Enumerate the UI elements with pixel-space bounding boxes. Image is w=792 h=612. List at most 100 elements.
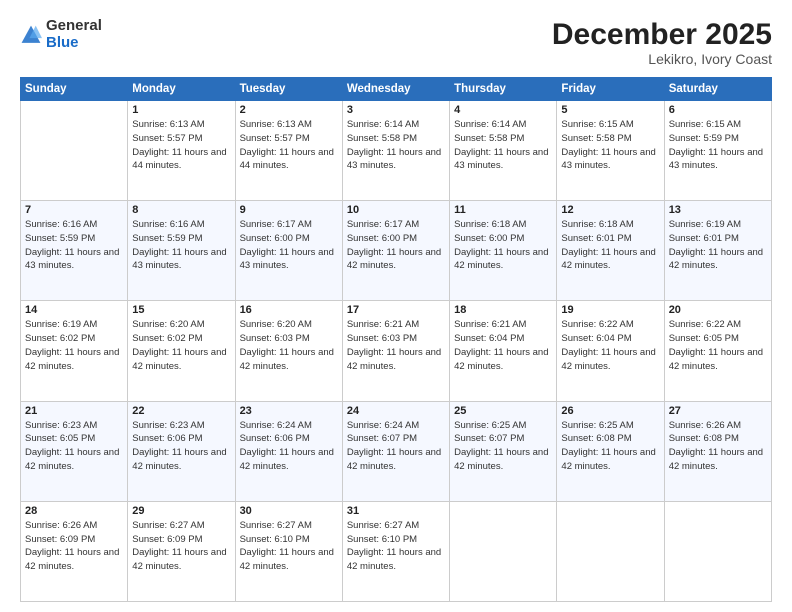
day-number: 24	[347, 405, 445, 417]
day-info-line: Sunrise: 6:17 AM	[347, 218, 445, 232]
day-info-line: Sunrise: 6:14 AM	[454, 118, 552, 132]
day-info-line: Sunrise: 6:26 AM	[25, 519, 123, 533]
day-info: Sunrise: 6:22 AMSunset: 6:05 PMDaylight:…	[669, 318, 767, 373]
day-info-line: Daylight: 11 hours and 44 minutes.	[240, 146, 338, 174]
day-info: Sunrise: 6:13 AMSunset: 5:57 PMDaylight:…	[240, 118, 338, 173]
day-info: Sunrise: 6:27 AMSunset: 6:10 PMDaylight:…	[240, 519, 338, 574]
day-info-line: Sunset: 6:01 PM	[669, 232, 767, 246]
day-info-line: Daylight: 11 hours and 42 minutes.	[454, 246, 552, 274]
weekday-header-wednesday: Wednesday	[342, 78, 449, 101]
header: General Blue December 2025 Lekikro, Ivor…	[20, 18, 772, 67]
day-number: 13	[669, 204, 767, 216]
day-info-line: Sunrise: 6:22 AM	[561, 318, 659, 332]
day-number: 23	[240, 405, 338, 417]
day-number: 15	[132, 304, 230, 316]
calendar-cell: 10Sunrise: 6:17 AMSunset: 6:00 PMDayligh…	[342, 201, 449, 301]
calendar-cell: 22Sunrise: 6:23 AMSunset: 6:06 PMDayligh…	[128, 401, 235, 501]
day-info-line: Sunset: 6:00 PM	[347, 232, 445, 246]
day-info: Sunrise: 6:15 AMSunset: 5:59 PMDaylight:…	[669, 118, 767, 173]
day-number: 19	[561, 304, 659, 316]
day-info: Sunrise: 6:19 AMSunset: 6:01 PMDaylight:…	[669, 218, 767, 273]
day-info-line: Sunset: 6:05 PM	[669, 332, 767, 346]
day-info-line: Sunrise: 6:16 AM	[132, 218, 230, 232]
day-info: Sunrise: 6:26 AMSunset: 6:08 PMDaylight:…	[669, 419, 767, 474]
day-info-line: Sunrise: 6:27 AM	[240, 519, 338, 533]
day-info: Sunrise: 6:26 AMSunset: 6:09 PMDaylight:…	[25, 519, 123, 574]
day-info-line: Sunset: 6:06 PM	[240, 432, 338, 446]
day-info-line: Sunrise: 6:25 AM	[454, 419, 552, 433]
day-info: Sunrise: 6:21 AMSunset: 6:04 PMDaylight:…	[454, 318, 552, 373]
day-info-line: Sunset: 5:58 PM	[454, 132, 552, 146]
day-info-line: Daylight: 11 hours and 42 minutes.	[240, 346, 338, 374]
day-info-line: Daylight: 11 hours and 42 minutes.	[347, 246, 445, 274]
day-info-line: Sunset: 6:03 PM	[240, 332, 338, 346]
day-info-line: Daylight: 11 hours and 42 minutes.	[132, 446, 230, 474]
calendar-cell	[664, 501, 771, 601]
day-number: 1	[132, 104, 230, 116]
calendar-cell: 1Sunrise: 6:13 AMSunset: 5:57 PMDaylight…	[128, 101, 235, 201]
day-info-line: Daylight: 11 hours and 43 minutes.	[561, 146, 659, 174]
day-number: 25	[454, 405, 552, 417]
day-info: Sunrise: 6:20 AMSunset: 6:03 PMDaylight:…	[240, 318, 338, 373]
day-number: 6	[669, 104, 767, 116]
calendar-cell: 30 Sunrise: 6:27 AMSunset: 6:10 PMDayligh…	[235, 501, 342, 601]
day-info-line: Sunset: 6:08 PM	[669, 432, 767, 446]
day-number: 14	[25, 304, 123, 316]
day-info-line: Sunrise: 6:23 AM	[25, 419, 123, 433]
calendar-subtitle: Lekikro, Ivory Coast	[552, 51, 772, 67]
calendar-cell: 18Sunrise: 6:21 AMSunset: 6:04 PMDayligh…	[450, 301, 557, 401]
day-info: Sunrise: 6:17 AMSunset: 6:00 PMDaylight:…	[240, 218, 338, 273]
day-info-line: Daylight: 11 hours and 43 minutes.	[240, 246, 338, 274]
day-info-line: Sunset: 6:09 PM	[132, 533, 230, 547]
calendar-cell: 16Sunrise: 6:20 AMSunset: 6:03 PMDayligh…	[235, 301, 342, 401]
calendar-cell: 17Sunrise: 6:21 AMSunset: 6:03 PMDayligh…	[342, 301, 449, 401]
day-info: Sunrise: 6:20 AMSunset: 6:02 PMDaylight:…	[132, 318, 230, 373]
weekday-header-monday: Monday	[128, 78, 235, 101]
day-number: 28	[25, 505, 123, 517]
calendar-cell: 23 Sunrise: 6:24 AMSunset: 6:06 PMDayligh…	[235, 401, 342, 501]
day-info-line: Daylight: 11 hours and 42 minutes.	[240, 446, 338, 474]
day-info-line: Sunset: 6:08 PM	[561, 432, 659, 446]
calendar-cell: 24Sunrise: 6:24 AMSunset: 6:07 PMDayligh…	[342, 401, 449, 501]
page: General Blue December 2025 Lekikro, Ivor…	[0, 0, 792, 612]
day-info: Sunrise: 6:14 AMSunset: 5:58 PMDaylight:…	[454, 118, 552, 173]
calendar-week-row: 28Sunrise: 6:26 AMSunset: 6:09 PMDayligh…	[21, 501, 772, 601]
calendar-cell: 15 Sunrise: 6:20 AMSunset: 6:02 PMDayligh…	[128, 301, 235, 401]
day-info-line: Daylight: 11 hours and 43 minutes.	[25, 246, 123, 274]
calendar-cell: 12Sunrise: 6:18 AMSunset: 6:01 PMDayligh…	[557, 201, 664, 301]
day-info: Sunrise: 6:16 AMSunset: 5:59 PMDaylight:…	[25, 218, 123, 273]
day-number: 5	[561, 104, 659, 116]
day-info: Sunrise: 6:21 AMSunset: 6:03 PMDaylight:…	[347, 318, 445, 373]
day-info-line: Sunset: 6:04 PM	[561, 332, 659, 346]
calendar-cell: 4Sunrise: 6:14 AMSunset: 5:58 PMDaylight…	[450, 101, 557, 201]
weekday-header-saturday: Saturday	[664, 78, 771, 101]
calendar-cell: 20Sunrise: 6:22 AMSunset: 6:05 PMDayligh…	[664, 301, 771, 401]
calendar-cell: 21Sunrise: 6:23 AMSunset: 6:05 PMDayligh…	[21, 401, 128, 501]
day-number: 21	[25, 405, 123, 417]
day-info-line: Sunset: 5:59 PM	[25, 232, 123, 246]
day-info-line: Daylight: 11 hours and 43 minutes.	[347, 146, 445, 174]
day-info-line: Daylight: 11 hours and 42 minutes.	[669, 446, 767, 474]
day-info-line: Sunrise: 6:15 AM	[669, 118, 767, 132]
day-number: 30	[240, 505, 338, 517]
day-info-line: Sunrise: 6:20 AM	[132, 318, 230, 332]
day-info-line: Sunset: 6:09 PM	[25, 533, 123, 547]
day-info-line: Daylight: 11 hours and 42 minutes.	[561, 346, 659, 374]
day-info-line: Sunrise: 6:24 AM	[240, 419, 338, 433]
calendar-cell: 26Sunrise: 6:25 AMSunset: 6:08 PMDayligh…	[557, 401, 664, 501]
day-info-line: Daylight: 11 hours and 42 minutes.	[347, 546, 445, 574]
day-number: 11	[454, 204, 552, 216]
calendar-cell: 19 Sunrise: 6:22 AMSunset: 6:04 PMDayligh…	[557, 301, 664, 401]
day-info: Sunrise: 6:14 AMSunset: 5:58 PMDaylight:…	[347, 118, 445, 173]
day-info-line: Sunrise: 6:26 AM	[669, 419, 767, 433]
day-info-line: Sunset: 6:07 PM	[347, 432, 445, 446]
day-info: Sunrise: 6:22 AMSunset: 6:04 PMDaylight:…	[561, 318, 659, 373]
day-number: 27	[669, 405, 767, 417]
day-number: 7	[25, 204, 123, 216]
day-info-line: Sunset: 5:59 PM	[669, 132, 767, 146]
calendar-header-row: SundayMondayTuesdayWednesdayThursdayFrid…	[21, 78, 772, 101]
day-info-line: Daylight: 11 hours and 42 minutes.	[669, 346, 767, 374]
day-number: 3	[347, 104, 445, 116]
day-number: 12	[561, 204, 659, 216]
calendar-cell	[450, 501, 557, 601]
